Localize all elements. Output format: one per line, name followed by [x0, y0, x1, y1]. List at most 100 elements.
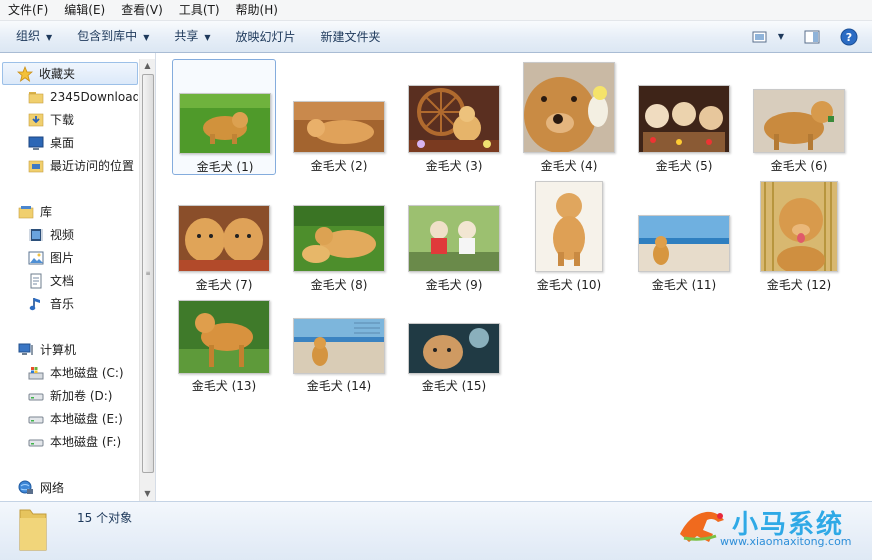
nav-item-2345downloads[interactable]: 2345Downloads [28, 86, 138, 107]
file-item[interactable]: 金毛犬 (10) [517, 178, 621, 294]
preview-pane-button[interactable] [804, 30, 820, 44]
file-name: 金毛犬 (13) [191, 379, 257, 393]
file-item[interactable]: 金毛犬 (1) [172, 59, 276, 175]
file-name: 金毛犬 (7) [195, 278, 253, 292]
nav-network-label: 网络 [40, 481, 65, 495]
nav-favorites[interactable]: 收藏夹 [2, 62, 138, 85]
file-name: 金毛犬 (14) [306, 379, 372, 393]
file-name: 金毛犬 (12) [766, 278, 832, 292]
include-library-button[interactable]: 包含到库中 ▼ [61, 21, 158, 53]
file-item[interactable]: 金毛犬 (14) [287, 297, 391, 397]
command-bar: 组织 ▼ 包含到库中 ▼ 共享 ▼ 放映幻灯片 新建文件夹 ▼ ? [0, 21, 872, 53]
downloads-folder-icon [28, 113, 44, 126]
nav-item-drive-d[interactable]: 新加卷 (D:) [28, 385, 112, 406]
system-drive-icon [28, 366, 44, 379]
menu-tools[interactable]: 工具(T) [171, 0, 228, 20]
file-name: 金毛犬 (15) [421, 379, 487, 393]
file-name: 金毛犬 (10) [536, 278, 602, 292]
nav-item-label: 下载 [50, 113, 75, 127]
nav-item-label: 视频 [50, 228, 75, 242]
nav-item-drive-e[interactable]: 本地磁盘 (E:) [28, 408, 123, 429]
nav-item-videos[interactable]: 视频 [28, 224, 74, 245]
nav-item-label: 本地磁盘 (F:) [50, 435, 122, 449]
menu-help[interactable]: 帮助(H) [228, 0, 286, 20]
item-count: 15 个对象 [77, 511, 133, 525]
nav-item-label: 2345Downloads [50, 89, 138, 104]
file-name: 金毛犬 (9) [425, 278, 483, 292]
nav-item-pictures[interactable]: 图片 [28, 247, 74, 268]
nav-item-desktop[interactable]: 桌面 [28, 132, 74, 153]
nav-item-drive-f[interactable]: 本地磁盘 (F:) [28, 431, 121, 452]
thumbnail [178, 300, 270, 374]
help-icon: ? [840, 28, 858, 45]
nav-item-music[interactable]: 音乐 [28, 293, 74, 314]
share-button[interactable]: 共享 ▼ [158, 21, 219, 53]
file-item[interactable]: 金毛犬 (3) [402, 59, 506, 175]
dog-photo [294, 102, 384, 152]
scroll-thumb[interactable]: ≡ [142, 74, 154, 473]
new-folder-button[interactable]: 新建文件夹 [305, 22, 390, 52]
share-label: 共享 [174, 28, 199, 43]
folder-icon [19, 509, 47, 551]
nav-item-drive-c[interactable]: 本地磁盘 (C:) [28, 362, 124, 383]
file-item[interactable]: 金毛犬 (11) [632, 178, 736, 294]
nav-libraries[interactable]: 库 [18, 201, 52, 222]
nav-item-recent-places[interactable]: 最近访问的位置 [28, 155, 134, 176]
view-options-button[interactable]: ▼ [752, 30, 784, 44]
file-name: 金毛犬 (3) [425, 159, 483, 173]
drive-icon [28, 393, 44, 400]
chevron-down-icon: ▼ [777, 32, 784, 41]
scroll-grip-icon: ≡ [145, 270, 151, 277]
drive-icon [28, 416, 44, 423]
music-icon [29, 297, 40, 310]
nav-item-label: 新加卷 (D:) [50, 389, 113, 403]
thumbnail [535, 181, 603, 272]
preview-pane-icon [804, 30, 820, 43]
file-name: 金毛犬 (6) [770, 159, 828, 173]
file-name: 金毛犬 (4) [540, 159, 598, 173]
file-name: 金毛犬 (11) [651, 278, 717, 292]
chevron-down-icon: ▼ [143, 32, 150, 42]
nav-computer-label: 计算机 [40, 343, 77, 357]
file-item[interactable]: 金毛犬 (8) [287, 178, 391, 294]
thumbnail [293, 318, 385, 374]
nav-libraries-label: 库 [40, 205, 53, 219]
menu-edit[interactable]: 编辑(E) [56, 0, 113, 20]
nav-item-documents[interactable]: 文档 [28, 270, 74, 291]
dog-photo [524, 63, 614, 152]
nav-computer[interactable]: 计算机 [18, 339, 76, 360]
status-bar: 15 个对象 小马系统 www.xiaomaxitong.com [0, 501, 872, 560]
nav-favorites-label: 收藏夹 [39, 67, 76, 81]
file-item[interactable]: 金毛犬 (9) [402, 178, 506, 294]
dog-photo [409, 206, 499, 271]
file-item[interactable]: 金毛犬 (15) [402, 297, 506, 397]
libraries-icon [18, 205, 34, 218]
thumbnail [293, 101, 385, 153]
file-item[interactable]: 金毛犬 (2) [287, 59, 391, 175]
nav-item-label: 本地磁盘 (C:) [50, 366, 124, 380]
dog-photo [639, 86, 729, 152]
nav-item-downloads[interactable]: 下载 [28, 109, 74, 130]
file-item[interactable]: 金毛犬 (6) [747, 59, 851, 175]
chevron-down-icon: ▼ [204, 32, 211, 42]
file-name: 金毛犬 (8) [310, 278, 368, 292]
slideshow-button[interactable]: 放映幻灯片 [220, 22, 305, 52]
menu-file[interactable]: 文件(F) [0, 0, 56, 20]
folder-icon [28, 91, 44, 103]
help-button[interactable]: ? [840, 28, 858, 46]
file-item[interactable]: 金毛犬 (4) [517, 59, 621, 175]
dog-photo [180, 94, 270, 153]
file-item[interactable]: 金毛犬 (7) [172, 178, 276, 294]
file-item[interactable]: 金毛犬 (5) [632, 59, 736, 175]
organize-button[interactable]: 组织 ▼ [0, 21, 61, 53]
scroll-down-arrow-icon[interactable]: ▼ [140, 487, 155, 501]
dog-photo [639, 216, 729, 271]
scroll-up-arrow-icon[interactable]: ▲ [140, 59, 155, 73]
thumbnail [408, 323, 500, 374]
menu-view[interactable]: 查看(V) [113, 0, 171, 20]
nav-network[interactable]: 网络 [18, 477, 64, 498]
file-item[interactable]: 金毛犬 (13) [172, 297, 276, 397]
file-item[interactable]: 金毛犬 (12) [747, 178, 851, 294]
desktop-icon [28, 136, 44, 150]
sidebar-scrollbar[interactable]: ▲ ≡ ▼ [139, 59, 155, 501]
